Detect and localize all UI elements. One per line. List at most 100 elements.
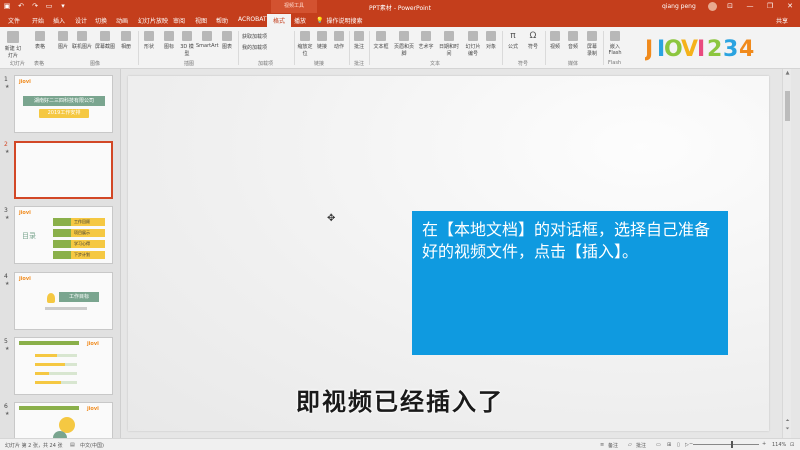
transition-star-icon: ★ [5,215,10,221]
action-icon [334,31,344,41]
share-button[interactable]: 共享 [776,16,788,25]
reading-view-icon[interactable]: ▯ [677,442,680,448]
audio-label: 音频 [567,44,578,50]
speaker-icon [568,31,578,41]
tab-review[interactable]: 审阅 [173,16,185,25]
close-button[interactable]: ✕ [780,0,800,13]
slide-thumbnail-2[interactable] [14,141,113,199]
zoom-button[interactable]: 缩放定 位 [297,31,313,57]
accessibility-icon[interactable]: ▤ [70,442,75,448]
svg-text:I: I [697,37,705,61]
store-button[interactable]: 获取加载项 [242,33,276,40]
tell-me-search[interactable]: 💡 操作说明搜索 [316,16,363,25]
slide-thumbnail-1[interactable]: jiovi 湖南好二三四科技有限公司 2019工作安排 [14,75,113,133]
scrollbar-thumb[interactable] [785,91,790,121]
tab-help[interactable]: 帮助 [216,16,228,25]
slide-thumbnail-3[interactable]: jiovi 目录 工作回顾 项目展示 学习心得 下步计划 [14,206,113,264]
online-pictures-button[interactable]: 联机图片 [72,31,92,50]
date-time-button[interactable]: 日期和时间 [437,31,461,57]
screen-recording-button[interactable]: 屏幕 录制 [584,31,600,57]
my-addins-button[interactable]: 我的加载项 [242,44,276,51]
tab-view[interactable]: 视图 [195,16,207,25]
thumb-number: 3 [4,207,8,214]
toc-label: 学习心得 [71,240,105,248]
current-slide[interactable]: ✥ 在【本地文档】的对话框，选择自己准备好的视频文件，点击【插入】。 [128,76,769,431]
equation-button[interactable]: π 公式 [505,31,521,50]
minimize-button[interactable]: — [740,0,760,13]
thumb-logo: jiovi [19,276,31,282]
group-flash: Flash [608,60,622,66]
header-footer-button[interactable]: 页眉和页脚 [392,31,416,57]
scroll-up-icon[interactable]: ▲ [783,70,792,76]
group-comments: 批注 [354,61,365,67]
zoom-in-icon[interactable]: + [762,441,766,447]
shapes-button[interactable]: 形状 [142,31,156,50]
tab-playback[interactable]: 播放 [294,16,306,25]
my-addins-label: 我的加载项 [242,45,268,51]
zoom-level[interactable]: 114% [772,442,786,448]
tab-transitions[interactable]: 切换 [95,16,107,25]
slide-thumbnail-4[interactable]: jiovi 工作目标 [14,272,113,330]
tab-slideshow[interactable]: 幻灯片放映 [138,16,168,25]
pictures-button[interactable]: 图片 [56,31,70,50]
fit-slide-icon[interactable]: ⊡ [790,442,794,448]
brand-logo-art: J I O V I 2 3 4 [643,37,754,62]
tab-file[interactable]: 文件 [8,16,20,25]
language-indicator[interactable]: 中文(中国) [80,442,104,449]
tab-acrobat[interactable]: ACROBAT [238,16,267,23]
album-button[interactable]: 相册 [119,31,133,50]
slide-number-icon [468,31,478,41]
notes-button[interactable]: 备注 [608,442,618,449]
thumb-number: 4 [4,273,8,280]
action-button[interactable]: 动作 [332,31,346,50]
smartart-button[interactable]: SmartArt [196,31,219,49]
slide-sorter-icon[interactable]: ⊞ [667,442,671,448]
chart-button[interactable]: 图表 [220,31,234,50]
video-button[interactable]: 视频 [548,31,562,50]
equation-label: 公式 [507,44,518,50]
instruction-callout[interactable]: 在【本地文档】的对话框，选择自己准备好的视频文件，点击【插入】。 [412,211,728,355]
user-name[interactable]: qiang peng [662,3,696,10]
thumb-progress-bar [35,372,49,375]
title-bar: ▣ ↶ ↷ ▭ ▾ 视频工具 PPT素材 - PowerPoint qiang … [0,0,800,13]
ribbon-separator [294,31,295,65]
screen-recording-icon [587,31,597,41]
ribbon-display-icon[interactable]: ⊡ [720,0,740,13]
chart-icon [222,31,232,41]
tab-design[interactable]: 设计 [75,16,87,25]
wordart-button[interactable]: 艺术字 [418,31,434,50]
comments-button[interactable]: 批注 [636,442,646,449]
slide-number-button[interactable]: 幻灯片 编号 [464,31,482,57]
thumb-progress-bar [35,354,57,357]
screenshot-button[interactable]: 屏幕截图 [95,31,115,50]
toc-row: 学习心得 [53,240,105,248]
link-button[interactable]: 链接 [315,31,329,50]
next-slide-icon[interactable]: ⏷ [783,426,792,432]
textbox-button[interactable]: 文本框 [372,31,390,50]
object-button[interactable]: 对象 [484,31,498,50]
svg-text:2: 2 [707,37,722,61]
tab-insert[interactable]: 插入 [53,16,65,25]
avatar[interactable] [708,2,717,11]
zoom-slider-knob[interactable] [731,441,733,448]
comment-button[interactable]: 批注 [352,31,366,50]
audio-button[interactable]: 音频 [566,31,580,50]
new-slide-icon [7,31,19,43]
zoom-slider[interactable] [693,444,759,445]
restore-button[interactable]: ❐ [760,0,780,13]
previous-slide-icon[interactable]: ⏶ [783,418,792,424]
normal-view-icon[interactable]: ▭ [656,442,661,448]
3d-models-button[interactable]: 3D 模型 [180,31,194,57]
tab-animations[interactable]: 动画 [116,16,128,25]
table-button[interactable]: 表格 [32,31,48,50]
ribbon-tabs: 文件 开始 插入 设计 切换 动画 幻灯片放映 审阅 视图 帮助 ACROBAT… [0,13,800,27]
tab-home[interactable]: 开始 [32,16,44,25]
embed-flash-button[interactable]: 嵌入 Flash [606,31,624,56]
icons-button[interactable]: 图标 [162,31,176,50]
svg-text:4: 4 [739,37,754,61]
new-slide-button[interactable]: 新建 幻灯片 [4,31,22,59]
tab-format[interactable]: 格式 [267,14,292,27]
lightbulb-icon: 💡 [316,17,324,24]
symbol-button[interactable]: Ω 符号 [525,31,541,50]
smartart-icon [202,31,212,41]
